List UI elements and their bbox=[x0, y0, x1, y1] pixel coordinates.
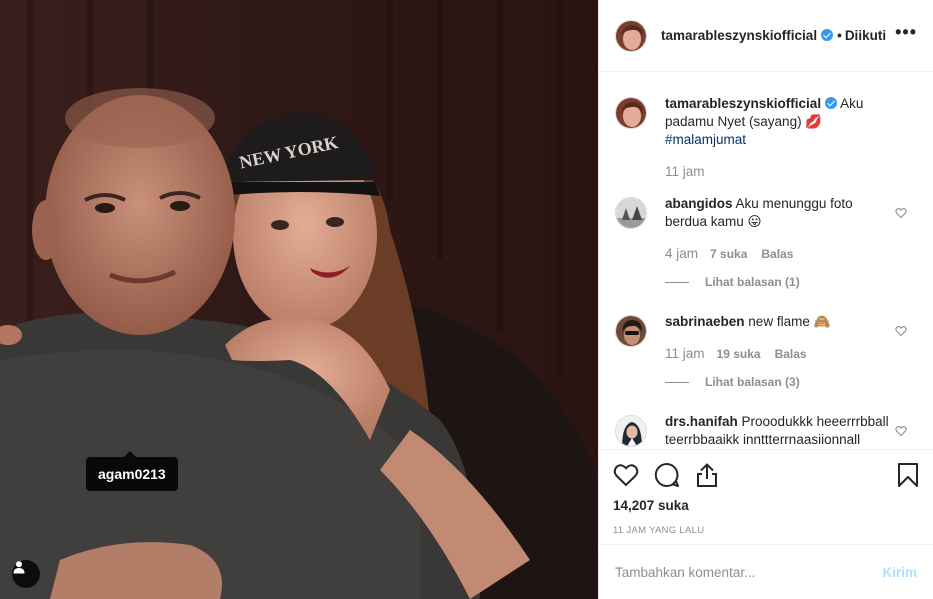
author-avatar-image bbox=[616, 20, 646, 51]
comment-item: sabrinaeben new flame 🙈 11 jam 19 suka B… bbox=[615, 313, 917, 391]
caption-body: tamarableszynskiofficial Aku padamu Nyet… bbox=[665, 95, 890, 181]
commenter-avatar[interactable] bbox=[615, 315, 647, 347]
like-comment-heart-icon[interactable] bbox=[895, 207, 907, 222]
post-comment-button[interactable]: Kirim bbox=[882, 565, 917, 580]
reply-button[interactable]: Balas bbox=[775, 345, 807, 363]
commenter-avatar[interactable] bbox=[615, 197, 647, 229]
post-actions: 14,207 suka 11 JAM YANG LALU bbox=[599, 449, 933, 536]
post-timestamp[interactable]: 11 JAM YANG LALU bbox=[613, 525, 919, 536]
commenter-avatar-image bbox=[616, 316, 646, 346]
share-icon[interactable] bbox=[695, 462, 719, 488]
comment-meta: 11 jam 19 suka Balas bbox=[665, 345, 890, 363]
caption-verified-badge-icon bbox=[825, 97, 838, 109]
comments-list[interactable]: tamarableszynskiofficial Aku padamu Nyet… bbox=[599, 73, 933, 449]
replies-divider bbox=[665, 281, 689, 283]
comment-bubble-icon[interactable] bbox=[654, 462, 680, 488]
more-options-icon[interactable]: ••• bbox=[895, 22, 917, 49]
comment-username[interactable]: abangidos bbox=[665, 196, 733, 211]
post-photo[interactable]: NEW YORK agam0213 bbox=[0, 0, 598, 599]
comment-body: drs.hanifah Prooodukkk heeerrrbball teer… bbox=[665, 413, 890, 449]
like-heart-icon[interactable] bbox=[613, 463, 639, 487]
caption-author-avatar[interactable] bbox=[615, 97, 647, 129]
view-replies-label: Lihat balasan (3) bbox=[705, 375, 800, 389]
author-username-text: tamarableszynskiofficial bbox=[661, 28, 818, 43]
photo-illustration: NEW YORK bbox=[0, 0, 598, 599]
comment-text: new flame 🙈 bbox=[748, 314, 831, 329]
author-username[interactable]: tamarableszynskiofficial bbox=[661, 28, 834, 43]
author-avatar[interactable] bbox=[615, 19, 647, 52]
post-caption: tamarableszynskiofficial Aku padamu Nyet… bbox=[615, 95, 917, 181]
commenter-avatar-image bbox=[616, 416, 646, 446]
instagram-post-viewer: NEW YORK agam0213 tamarableszynskioffici… bbox=[0, 0, 933, 599]
post-side-panel: tamarableszynskiofficial • Diikuti ••• t… bbox=[598, 0, 933, 599]
verified-badge-icon bbox=[821, 29, 834, 41]
comment-body: abangidos Aku menunggu foto berdua kamu … bbox=[665, 195, 890, 291]
photo-user-tag[interactable]: agam0213 bbox=[86, 451, 178, 491]
reply-button[interactable]: Balas bbox=[761, 245, 793, 263]
comment-time[interactable]: 11 jam bbox=[665, 345, 705, 363]
comment-time[interactable]: 4 jam bbox=[665, 245, 698, 263]
comment-likes[interactable]: 7 suka bbox=[710, 245, 747, 263]
comment-likes[interactable]: 19 suka bbox=[717, 345, 761, 363]
view-replies-button[interactable]: Lihat balasan (1) bbox=[665, 273, 890, 291]
like-count[interactable]: 14,207 suka bbox=[613, 498, 919, 513]
like-comment-heart-icon[interactable] bbox=[895, 425, 907, 440]
add-comment-bar: Kirim bbox=[599, 544, 933, 599]
comment-item: drs.hanifah Prooodukkk heeerrrbball teer… bbox=[615, 413, 917, 449]
photo-user-tag-label: agam0213 bbox=[98, 466, 166, 482]
caption-meta: 11 jam bbox=[665, 163, 890, 181]
view-replies-label: Lihat balasan (1) bbox=[705, 275, 800, 289]
action-icons-row bbox=[613, 462, 919, 488]
caption-hashtag[interactable]: #malamjumat bbox=[665, 132, 746, 147]
view-replies-button[interactable]: Lihat balasan (3) bbox=[665, 373, 890, 391]
replies-divider bbox=[665, 381, 689, 383]
user-icon bbox=[13, 561, 25, 574]
comment-item: abangidos Aku menunggu foto berdua kamu … bbox=[615, 195, 917, 291]
commenter-avatar-image bbox=[616, 198, 646, 228]
caption-time[interactable]: 11 jam bbox=[665, 163, 705, 181]
comment-username[interactable]: sabrinaeben bbox=[665, 314, 745, 329]
caption-username[interactable]: tamarableszynskiofficial bbox=[665, 96, 821, 111]
comment-meta: 4 jam 7 suka Balas bbox=[665, 245, 890, 263]
commenter-avatar[interactable] bbox=[615, 415, 647, 447]
comment-input[interactable] bbox=[615, 564, 883, 580]
following-button[interactable]: Diikuti bbox=[845, 28, 886, 43]
caption-avatar-image bbox=[616, 98, 646, 128]
header-separator: • bbox=[837, 28, 842, 43]
bookmark-icon[interactable] bbox=[897, 462, 919, 488]
like-comment-heart-icon[interactable] bbox=[895, 325, 907, 340]
comment-body: sabrinaeben new flame 🙈 11 jam 19 suka B… bbox=[665, 313, 890, 391]
post-header: tamarableszynskiofficial • Diikuti ••• bbox=[599, 0, 933, 72]
comment-username[interactable]: drs.hanifah bbox=[665, 414, 738, 429]
show-tags-button[interactable] bbox=[12, 560, 40, 588]
